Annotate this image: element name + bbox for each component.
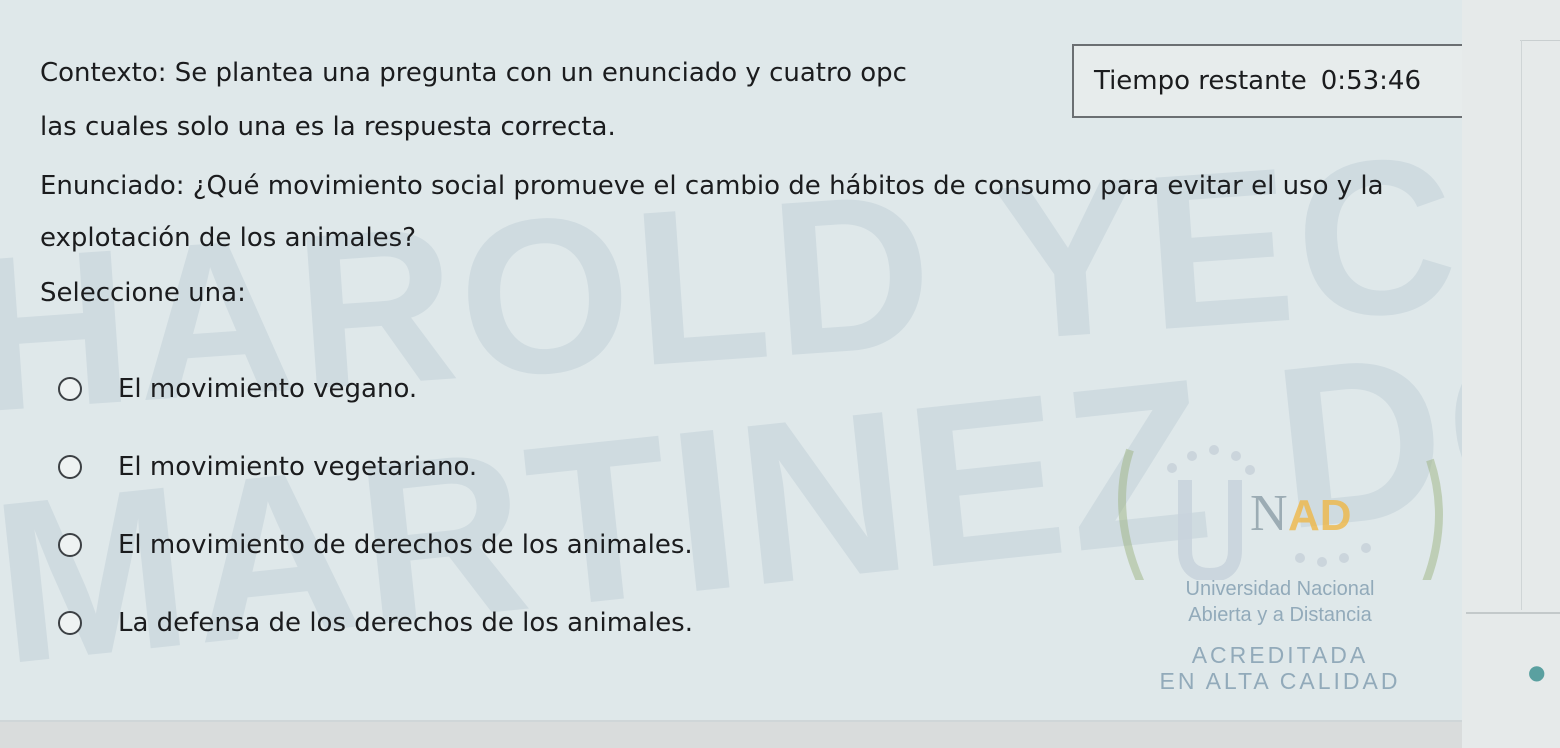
radio-button[interactable] bbox=[58, 455, 82, 479]
timer-value: 0:53:46 bbox=[1320, 66, 1421, 96]
radio-button[interactable] bbox=[58, 611, 82, 635]
question-context-line1: Contexto: Se plantea una pregunta con un… bbox=[40, 58, 907, 88]
svg-text:AD: AD bbox=[1288, 491, 1352, 540]
question-panel: HAROLD YECID MARTINEZ DONADO N AD Univer… bbox=[0, 0, 1560, 722]
logo-university-line2: Abierta y a Distancia bbox=[1188, 604, 1372, 626]
partial-app-icon[interactable]: ● bbox=[1528, 660, 1545, 684]
answer-option-label[interactable]: El movimiento de derechos de los animale… bbox=[118, 530, 693, 560]
right-divider-top bbox=[1520, 40, 1560, 41]
answer-option[interactable]: La defensa de los derechos de los animal… bbox=[58, 584, 958, 662]
answer-option-label[interactable]: El movimiento vegano. bbox=[118, 374, 417, 404]
right-side-area bbox=[1462, 0, 1560, 748]
radio-button[interactable] bbox=[58, 533, 82, 557]
answer-option[interactable]: El movimiento vegano. bbox=[58, 350, 958, 428]
logo-accredited-line2: EN ALTA CALIDAD bbox=[1159, 668, 1401, 694]
answer-option[interactable]: El movimiento vegetariano. bbox=[58, 428, 958, 506]
right-divider-middle bbox=[1466, 612, 1560, 614]
question-context-line2: las cuales solo una es la respuesta corr… bbox=[40, 112, 616, 142]
timer-label: Tiempo restante bbox=[1094, 66, 1307, 96]
logo-accredited-line1: ACREDITADA bbox=[1191, 642, 1369, 668]
unad-logo-mark: N AD bbox=[1118, 445, 1443, 633]
unad-logo: N AD Universidad Nacional Abierta y a Di… bbox=[1110, 430, 1450, 700]
answer-option-label[interactable]: La defensa de los derechos de los animal… bbox=[118, 608, 693, 638]
answer-option-label[interactable]: El movimiento vegetariano. bbox=[118, 452, 477, 482]
svg-text:N: N bbox=[1250, 485, 1288, 542]
answer-option[interactable]: El movimiento de derechos de los animale… bbox=[58, 506, 958, 584]
question-statement: Enunciado: ¿Qué movimiento social promue… bbox=[40, 171, 1384, 253]
answer-options: El movimiento vegano. El movimiento vege… bbox=[58, 350, 958, 662]
radio-button[interactable] bbox=[58, 377, 82, 401]
logo-university-line1: Universidad Nacional bbox=[1185, 578, 1375, 600]
timer-box: Tiempo restante 0:53:46 bbox=[1072, 44, 1474, 118]
right-divider-vertical bbox=[1521, 40, 1522, 610]
select-one-label: Seleccione una: bbox=[40, 278, 246, 308]
